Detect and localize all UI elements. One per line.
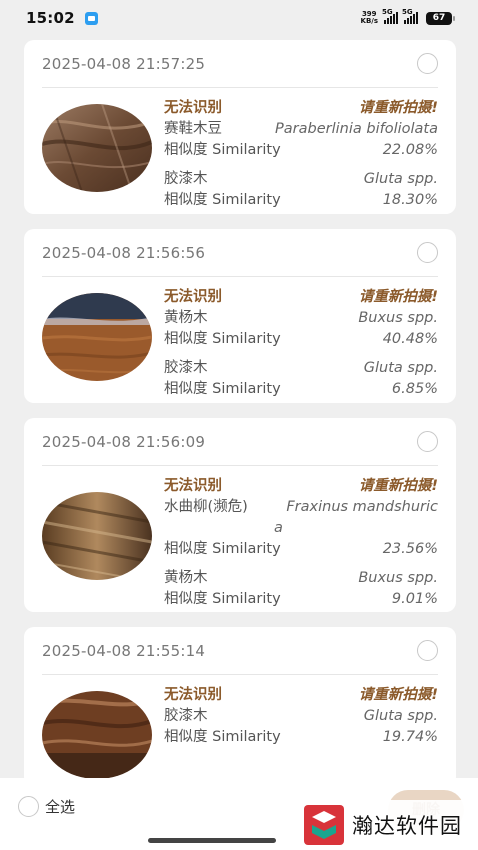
- select-checkbox[interactable]: [417, 640, 438, 661]
- status-row: 无法识别 请重新拍摄!: [164, 476, 438, 497]
- status-row: 无法识别 请重新拍摄!: [164, 287, 438, 308]
- record-card[interactable]: 2025-04-08 21:57:25 无法识别 请重新拍摄! 赛鞋木豆 Par…: [24, 40, 456, 214]
- wood-photo-thumbnail[interactable]: [42, 293, 152, 381]
- record-header: 2025-04-08 21:56:56: [42, 229, 438, 277]
- species-scientific-name: Fraxinus mandshuric: [286, 499, 438, 515]
- network-speed: 399 KB/s: [361, 11, 378, 25]
- home-indicator[interactable]: [148, 838, 276, 843]
- similarity-label: 相似度 Similarity: [164, 142, 281, 158]
- retake-prompt: 请重新拍摄!: [358, 100, 438, 116]
- unrecognized-label: 无法识别: [164, 687, 222, 703]
- record-header: 2025-04-08 21:57:25: [42, 40, 438, 88]
- record-datetime: 2025-04-08 21:56:56: [42, 243, 206, 262]
- result-similarity-row: 相似度 Similarity 23.56%: [164, 539, 438, 560]
- signal-strength-icon-2: 5G: [402, 8, 418, 24]
- species-scientific-name: Paraberlinia bifoliolata: [275, 121, 438, 137]
- species-chinese-name: 赛鞋木豆: [164, 121, 222, 137]
- record-datetime: 2025-04-08 21:56:09: [42, 432, 206, 451]
- species-scientific-name: Gluta spp.: [363, 171, 438, 187]
- record-datetime: 2025-04-08 21:57:25: [42, 54, 206, 73]
- select-all-label: 全选: [45, 798, 76, 816]
- similarity-label: 相似度 Similarity: [164, 541, 281, 557]
- record-card[interactable]: 2025-04-08 21:55:14 无法识别 请重新拍摄! 胶漆木 Glut…: [24, 627, 456, 787]
- species-chinese-name: 黄杨木: [164, 310, 208, 326]
- watermark-text: 瀚达软件园: [352, 814, 462, 838]
- result-similarity-row: 相似度 Similarity 22.08%: [164, 140, 438, 161]
- wood-photo-thumbnail[interactable]: [42, 691, 152, 779]
- select-all-checkbox[interactable]: [18, 796, 39, 817]
- species-chinese-name: 水曲柳(濒危): [164, 499, 248, 515]
- select-checkbox[interactable]: [417, 431, 438, 452]
- select-checkbox[interactable]: [417, 242, 438, 263]
- similarity-value: 40.48%: [382, 331, 438, 347]
- record-header: 2025-04-08 21:56:09: [42, 418, 438, 466]
- similarity-value: 9.01%: [391, 591, 438, 607]
- species-chinese-name: 黄杨木: [164, 570, 208, 586]
- result-species-row: 胶漆木 Gluta spp.: [164, 706, 438, 727]
- similarity-label: 相似度 Similarity: [164, 729, 281, 745]
- network-speed-unit: KB/s: [360, 17, 378, 25]
- species-name-wrap-row: a: [164, 518, 438, 539]
- retake-prompt: 请重新拍摄!: [358, 478, 438, 494]
- result-similarity-row: 相似度 Similarity 19.74%: [164, 727, 438, 748]
- unrecognized-label: 无法识别: [164, 289, 222, 305]
- similarity-value: 18.30%: [382, 192, 438, 208]
- record-datetime: 2025-04-08 21:55:14: [42, 641, 206, 660]
- signal-5g-label: 5G: [382, 8, 393, 16]
- watermark-logo-icon: [304, 805, 344, 845]
- status-row: 无法识别 请重新拍摄!: [164, 685, 438, 706]
- retake-prompt: 请重新拍摄!: [358, 289, 438, 305]
- similarity-label: 相似度 Similarity: [164, 331, 281, 347]
- status-icons: 399 KB/s 5G 5G 67: [361, 8, 455, 25]
- result-species-row: 胶漆木 Gluta spp.: [164, 169, 438, 190]
- result-species-row: 胶漆木 Gluta spp.: [164, 358, 438, 379]
- species-scientific-name: Buxus spp.: [358, 310, 438, 326]
- species-scientific-name-wrap: a: [274, 520, 283, 536]
- record-body: 无法识别 请重新拍摄! 赛鞋木豆 Paraberlinia bifoliolat…: [24, 88, 456, 221]
- gallery-notification-icon: [84, 11, 98, 25]
- species-scientific-name: Gluta spp.: [363, 360, 438, 376]
- record-header: 2025-04-08 21:55:14: [42, 627, 438, 675]
- result-similarity-row: 相似度 Similarity 9.01%: [164, 589, 438, 610]
- record-card[interactable]: 2025-04-08 21:56:09 无法识别 请重新拍摄! 水曲柳(濒危) …: [24, 418, 456, 612]
- wood-photo-thumbnail[interactable]: [42, 104, 152, 192]
- wood-photo-thumbnail[interactable]: [42, 492, 152, 580]
- status-row: 无法识别 请重新拍摄!: [164, 98, 438, 119]
- battery-level: 67: [432, 13, 446, 23]
- signal-5g-label-2: 5G: [402, 8, 413, 16]
- similarity-value: 22.08%: [382, 142, 438, 158]
- select-checkbox[interactable]: [417, 53, 438, 74]
- record-body: 无法识别 请重新拍摄! 黄杨木 Buxus spp. 相似度 Similarit…: [24, 277, 456, 410]
- similarity-value: 23.56%: [382, 541, 438, 557]
- species-scientific-name: Gluta spp.: [363, 708, 438, 724]
- species-chinese-name: 胶漆木: [164, 171, 208, 187]
- result-species-row: 水曲柳(濒危) Fraxinus mandshuric: [164, 497, 438, 518]
- result-species-row: 黄杨木 Buxus spp.: [164, 308, 438, 329]
- species-chinese-name: 胶漆木: [164, 360, 208, 376]
- similarity-value: 19.74%: [382, 729, 438, 745]
- record-body: 无法识别 请重新拍摄! 胶漆木 Gluta spp. 相似度 Similarit…: [24, 675, 456, 779]
- species-scientific-name: Buxus spp.: [358, 570, 438, 586]
- select-all-toggle[interactable]: 全选: [18, 796, 75, 817]
- status-bar: 15:02 399 KB/s 5G 5G 67: [0, 0, 478, 36]
- result-similarity-row: 相似度 Similarity 6.85%: [164, 379, 438, 400]
- record-body: 无法识别 请重新拍摄! 水曲柳(濒危) Fraxinus mandshuric …: [24, 466, 456, 620]
- similarity-label: 相似度 Similarity: [164, 591, 281, 607]
- similarity-label: 相似度 Similarity: [164, 192, 281, 208]
- record-card[interactable]: 2025-04-08 21:56:56 无法识别 请重新拍摄! 黄杨木 Buxu…: [24, 229, 456, 403]
- unrecognized-label: 无法识别: [164, 100, 222, 116]
- battery-icon: 67: [426, 11, 455, 25]
- retake-prompt: 请重新拍摄!: [358, 687, 438, 703]
- result-species-row: 黄杨木 Buxus spp.: [164, 568, 438, 589]
- status-time: 15:02: [26, 9, 75, 27]
- result-species-row: 赛鞋木豆 Paraberlinia bifoliolata: [164, 119, 438, 140]
- result-similarity-row: 相似度 Similarity 40.48%: [164, 329, 438, 350]
- similarity-value: 6.85%: [391, 381, 438, 397]
- unrecognized-label: 无法识别: [164, 478, 222, 494]
- similarity-label: 相似度 Similarity: [164, 381, 281, 397]
- watermark: 瀚达软件园: [300, 800, 478, 850]
- signal-strength-icon: 5G: [382, 8, 398, 24]
- species-chinese-name: 胶漆木: [164, 708, 208, 724]
- result-similarity-row: 相似度 Similarity 18.30%: [164, 190, 438, 211]
